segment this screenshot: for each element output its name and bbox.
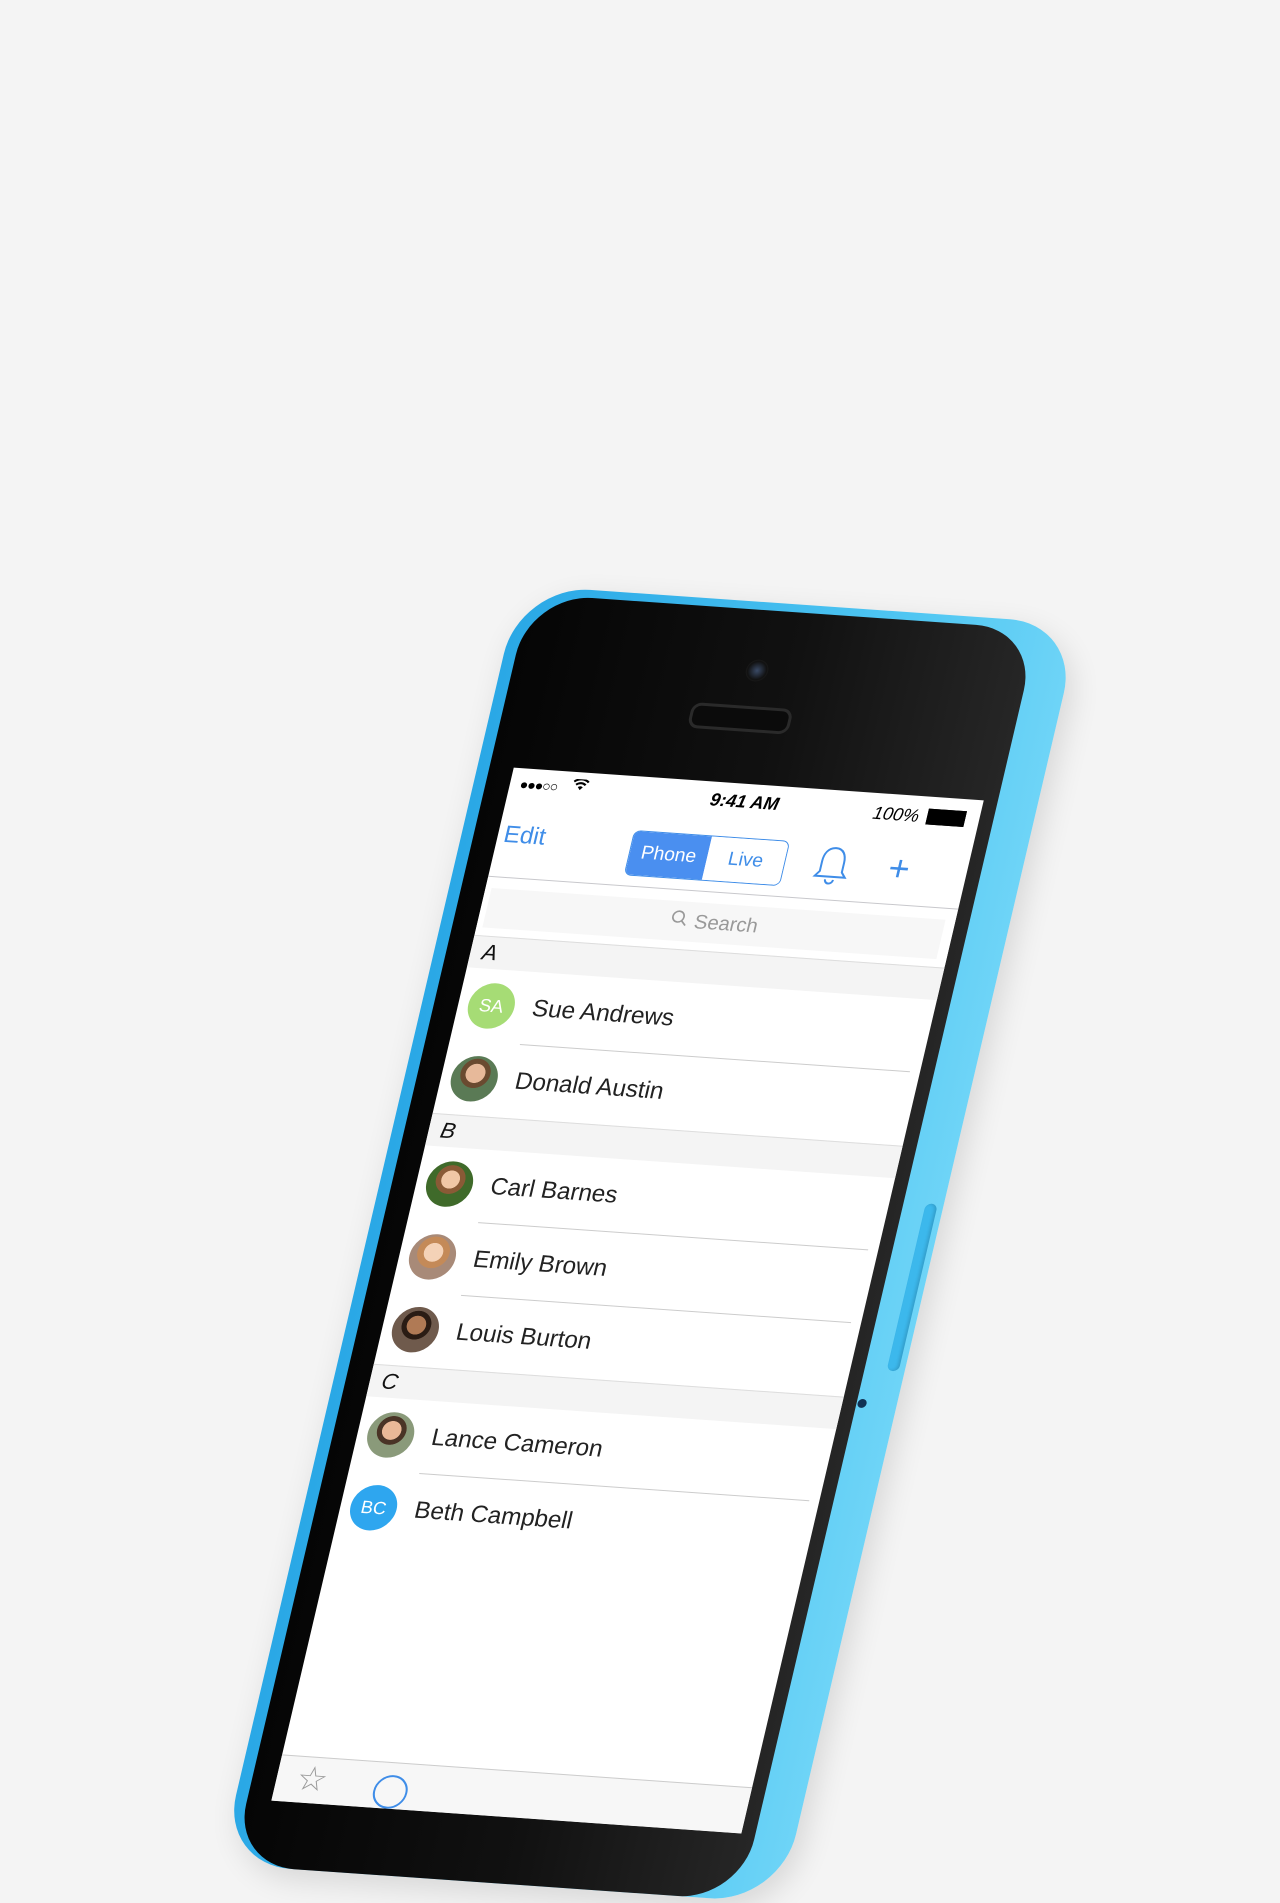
contact-name: Beth Campbell [411, 1496, 576, 1535]
bell-icon[interactable] [809, 843, 855, 889]
contact-list: A SA Sue Andrews Donald Austin B Carl Ba… [332, 934, 945, 1575]
avatar-photo [445, 1054, 503, 1104]
phone-live-segmented-control: Phone Live [623, 829, 791, 887]
add-contact-plus-icon[interactable]: + [884, 847, 914, 889]
battery-icon [925, 808, 967, 827]
contact-name: Lance Cameron [428, 1424, 606, 1463]
earpiece-speaker [686, 702, 794, 735]
recents-clock-icon[interactable] [369, 1774, 412, 1810]
avatar-initials: SA [463, 981, 520, 1031]
contact-name: Louis Burton [453, 1318, 595, 1355]
contact-name: Carl Barnes [487, 1173, 621, 1209]
phone-screen: ●●●○○ 9:41 AM 100% Edit Phone Live + Sea… [271, 767, 984, 1834]
contact-name: Sue Andrews [529, 995, 677, 1032]
avatar-photo [362, 1410, 419, 1460]
search-icon [668, 909, 692, 934]
avatar-photo [404, 1232, 461, 1282]
avatar-photo [387, 1305, 444, 1354]
contact-name: Emily Brown [470, 1245, 611, 1282]
tab-bar: ☆ [271, 1754, 753, 1834]
battery-percentage: 100% [870, 802, 922, 826]
front-camera [743, 658, 771, 683]
side-switch-dot [856, 1398, 868, 1409]
avatar-initials: BC [345, 1483, 402, 1532]
contact-name: Donald Austin [512, 1067, 667, 1105]
segment-phone[interactable]: Phone [624, 831, 713, 880]
segment-live[interactable]: Live [701, 836, 790, 886]
search-placeholder: Search [691, 910, 761, 937]
phone-device: ●●●○○ 9:41 AM 100% Edit Phone Live + Sea… [219, 585, 1081, 1903]
favorites-star-icon[interactable]: ☆ [292, 1759, 332, 1800]
edit-button[interactable]: Edit [501, 821, 549, 851]
avatar-photo [421, 1159, 478, 1209]
